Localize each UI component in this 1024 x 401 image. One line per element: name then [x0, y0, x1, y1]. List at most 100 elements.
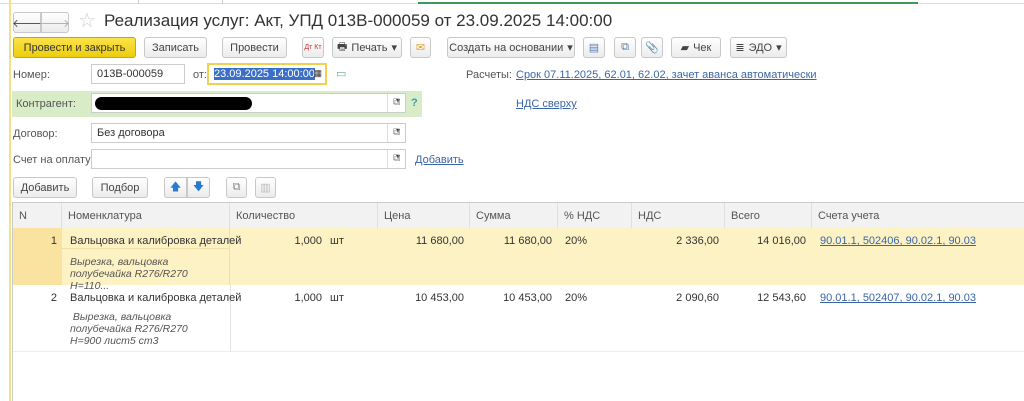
open-icon[interactable]: ⧉ — [393, 97, 400, 108]
quantity: 1,000 — [294, 292, 322, 304]
vat-rate: 20% — [565, 235, 588, 247]
edo-button[interactable]: ≣ ЭДО ▾ — [730, 37, 787, 58]
date-value: 23.09.2025 14:00:00 — [214, 68, 315, 80]
accounts-link[interactable]: 90.01.1, 502407, 90.02.1, 90.03 — [820, 292, 976, 304]
save-button[interactable]: Записать — [144, 37, 207, 58]
item-name: Вальцовка и калибровка деталей — [70, 235, 242, 247]
column-header-nomenclature[interactable]: Номенклатура — [62, 203, 230, 228]
arrow-left-icon: 🡐 — [12, 17, 42, 30]
back-button[interactable]: 🡐 — [12, 12, 42, 33]
arrow-up-icon: 🡅 — [169, 181, 182, 193]
dropdown-arrow-icon: ▾ — [391, 42, 397, 54]
row-number: 2 — [50, 292, 57, 304]
email-button[interactable]: ✉ — [410, 37, 431, 58]
vat-amount: 2 336,00 — [676, 235, 719, 247]
divider — [387, 124, 388, 142]
print-button[interactable]: 🖶 Печать ▾ — [332, 37, 402, 58]
column-header-vat[interactable]: НДС — [632, 203, 725, 228]
divider — [387, 150, 388, 168]
attach-button[interactable]: 📎 — [641, 37, 663, 58]
settlements-label: Расчеты: — [466, 69, 512, 81]
forward-button[interactable]: 🡒 — [40, 12, 70, 33]
vat-rate: 20% — [565, 292, 588, 304]
cash-register-icon: ▰ — [680, 42, 690, 54]
open-icon[interactable]: ⧉ — [393, 127, 400, 138]
counterparty-label: Контрагент: — [16, 98, 76, 110]
check-label: Чек — [693, 41, 712, 54]
post-and-close-button[interactable]: Провести и закрыть — [13, 37, 136, 58]
active-tab[interactable] — [418, 0, 918, 4]
column-header-vat-rate[interactable]: % НДС — [558, 203, 632, 228]
check-button[interactable]: ▰ Чек — [671, 37, 721, 58]
column-header-price[interactable]: Цена — [378, 203, 470, 228]
number-label: Номер: — [13, 69, 50, 81]
move-down-button[interactable]: 🡇 — [187, 177, 210, 198]
total: 12 543,60 — [757, 292, 806, 304]
copy-icon: ⧉ — [232, 181, 241, 193]
favorite-star-icon[interactable]: ☆ — [78, 8, 96, 33]
column-header-quantity[interactable]: Количество — [230, 203, 378, 228]
dt-kt-button[interactable]: Дт Кт — [302, 37, 324, 58]
structure-button[interactable]: ⧉ — [614, 37, 636, 58]
printer-icon: 🖶 — [337, 41, 348, 53]
print-label: Печать — [351, 41, 388, 54]
item-name: Вальцовка и калибровка деталей — [70, 292, 242, 304]
move-up-button[interactable]: 🡅 — [164, 177, 187, 198]
arrow-right-icon: 🡒 — [40, 17, 70, 30]
unit: шт — [330, 292, 344, 304]
post-button[interactable]: Провести — [222, 37, 287, 58]
contract-label: Договор: — [13, 128, 58, 140]
create-based-label: Создать на основании — [449, 41, 564, 54]
edo-icon: ≣ — [735, 42, 745, 54]
counterparty-field[interactable]: ▾ — [91, 93, 406, 113]
create-based-on-button[interactable]: Создать на основании ▾ — [447, 37, 575, 58]
contract-field[interactable]: Без договора ▾ — [91, 123, 406, 143]
open-icon[interactable]: ⧉ — [393, 153, 400, 164]
report-button[interactable]: ▤ — [583, 37, 605, 58]
vat-amount: 2 090,60 — [676, 292, 719, 304]
pick-button[interactable]: Подбор — [92, 177, 148, 198]
contract-value: Без договора — [97, 127, 165, 139]
dropdown-arrow-icon: ▾ — [567, 42, 573, 54]
invoice-field[interactable]: ▾ — [91, 149, 406, 169]
paste-button[interactable]: ▥ — [255, 177, 276, 198]
tab-divider — [222, 0, 223, 4]
tab-divider — [138, 0, 139, 4]
sum: 10 453,00 — [503, 292, 552, 304]
history-icon[interactable]: ▭ — [336, 67, 346, 80]
vat-on-top-link[interactable]: НДС сверху — [516, 98, 577, 110]
sum: 11 680,00 — [503, 235, 552, 247]
window-edge — [9, 0, 11, 401]
date-field[interactable]: 23.09.2025 14:00:00 ▦ — [207, 63, 327, 85]
column-header-accounts[interactable]: Счета учета — [812, 203, 1024, 228]
arrow-down-icon: 🡇 — [192, 181, 205, 193]
cell-divider — [62, 248, 230, 249]
unit: шт — [330, 235, 344, 247]
item-description: Вырезка, вальцовка полубечайка R276/R270… — [70, 311, 191, 347]
divider — [387, 94, 388, 112]
add-row-button[interactable]: Добавить — [13, 177, 77, 198]
help-icon[interactable]: ? — [411, 97, 418, 109]
page-title: Реализация услуг: Акт, УПД 013В-000059 о… — [104, 11, 613, 30]
redacted-value — [95, 97, 252, 110]
edo-label: ЭДО — [748, 41, 773, 54]
column-header-sum[interactable]: Сумма — [470, 203, 558, 228]
row-number: 1 — [50, 235, 57, 247]
date-label: от: — [193, 69, 207, 81]
column-header-total[interactable]: Всего — [725, 203, 812, 228]
column-header-n[interactable]: N — [13, 203, 62, 228]
hierarchy-icon: ⧉ — [621, 41, 629, 53]
envelope-icon: ✉ — [415, 42, 426, 54]
calendar-icon[interactable]: ▦ — [313, 68, 322, 79]
add-invoice-link[interactable]: Добавить — [415, 154, 464, 166]
copy-button[interactable]: ⧉ — [226, 177, 247, 198]
settlements-link[interactable]: Срок 07.11.2025, 62.01, 62.02, зачет ава… — [516, 69, 817, 81]
document-list-icon: ▤ — [588, 42, 600, 54]
total: 14 016,00 — [757, 235, 806, 247]
price: 10 453,00 — [415, 292, 464, 304]
dt-kt-icon: Дт Кт — [304, 44, 322, 51]
dropdown-arrow-icon: ▾ — [776, 42, 782, 54]
paperclip-icon: 📎 — [645, 42, 659, 54]
number-field[interactable]: 013В-000059 — [91, 64, 185, 84]
accounts-link[interactable]: 90.01.1, 502406, 90.02.1, 90.03 — [820, 235, 976, 247]
